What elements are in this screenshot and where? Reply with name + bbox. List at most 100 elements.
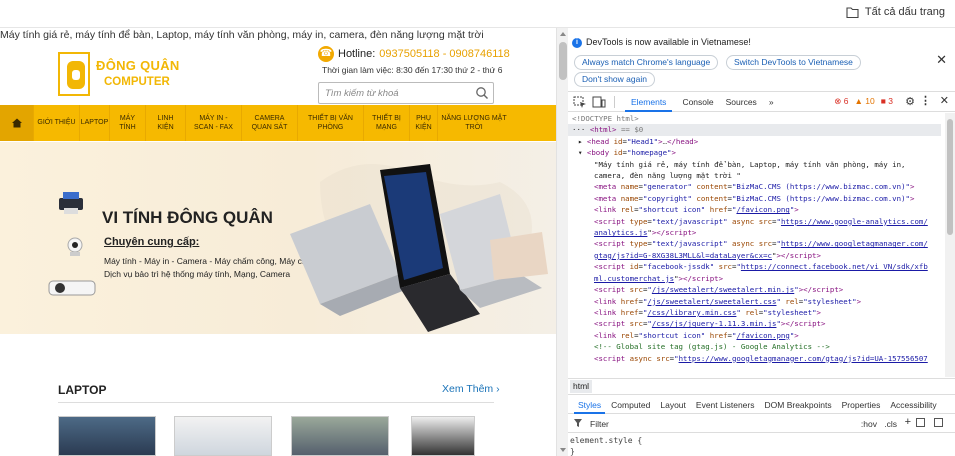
page-scrollbar[interactable] bbox=[556, 28, 568, 456]
logo-text-line1: ĐÔNG QUÂN bbox=[96, 58, 180, 73]
product-thumb[interactable] bbox=[58, 416, 156, 456]
dom-line[interactable]: <script src="/css/js/jquery-1.11.3.min.j… bbox=[568, 318, 941, 329]
hotline: ☎ Hotline: 0937505118 - 0908746118 bbox=[318, 46, 510, 62]
dom-line[interactable]: ▸ <head id="Head1">…</head> bbox=[568, 136, 941, 147]
dom-line[interactable]: <script async src="https://www.googletag… bbox=[568, 353, 941, 364]
match-language-button[interactable]: Always match Chrome's language bbox=[574, 55, 719, 70]
close-icon[interactable]: ✕ bbox=[936, 52, 947, 68]
toggle-sidebar-icon[interactable] bbox=[934, 418, 943, 427]
nav-item-camera[interactable]: CAMERA QUAN SÁT bbox=[242, 105, 298, 141]
see-more-link[interactable]: Xem Thêm › bbox=[442, 383, 500, 395]
more-options-icon[interactable]: ⋮ bbox=[920, 94, 931, 107]
dom-line[interactable]: gtag/js?id=G-8XG38L3MLL&l=dataLayer&cx=c… bbox=[568, 250, 941, 261]
nav-item-laptop[interactable]: LAPTOP bbox=[80, 105, 110, 141]
site-search-input[interactable]: Tìm kiếm từ khoá bbox=[318, 82, 494, 104]
toolbar-separator bbox=[614, 95, 615, 108]
dom-line[interactable]: <script src="/js/sweetalert/sweetalert.m… bbox=[568, 284, 941, 295]
section-divider bbox=[58, 402, 494, 403]
hero-banner[interactable]: VI TÍNH ĐÔNG QUÂN Chuyên cung cấp: Máy t… bbox=[0, 142, 556, 334]
site-logo[interactable]: ĐÔNG QUÂN COMPUTER bbox=[58, 50, 180, 100]
nav-item-thiet-bi-mang[interactable]: THIẾT BỊ MẠNG bbox=[364, 105, 410, 141]
product-thumb[interactable] bbox=[174, 416, 272, 456]
product-thumb[interactable] bbox=[411, 416, 475, 456]
nav-item-may-in[interactable]: MÁY IN - SCAN - FAX bbox=[186, 105, 242, 141]
dom-line[interactable]: camera, đèn năng lượng mặt trời " bbox=[568, 170, 941, 181]
tab-computed[interactable]: Computed bbox=[611, 400, 650, 410]
dom-line[interactable]: <script type="text/javascript" async src… bbox=[568, 238, 941, 249]
nav-item-gioi-thieu[interactable]: GIỚI THIỆU bbox=[34, 105, 80, 141]
tab-properties[interactable]: Properties bbox=[842, 400, 881, 410]
printer-device-icon bbox=[59, 192, 83, 214]
scrollbar-thumb[interactable] bbox=[559, 42, 567, 80]
tab-elements[interactable]: Elements bbox=[624, 97, 673, 112]
nav-item-thiet-bi-van-phong[interactable]: THIẾT BỊ VĂN PHÒNG bbox=[298, 105, 364, 141]
devtools-panel: i DevTools is now available in Vietnames… bbox=[568, 28, 955, 456]
search-placeholder: Tìm kiếm từ khoá bbox=[325, 88, 399, 99]
tab-sources[interactable]: Sources bbox=[726, 97, 757, 107]
search-icon[interactable] bbox=[475, 86, 489, 100]
dom-line[interactable]: "Máy tính giá rẻ, máy tính để bàn, Lapto… bbox=[568, 159, 941, 170]
dom-line[interactable]: ml.customerchat.js"></script> bbox=[568, 273, 941, 284]
banner-title: VI TÍNH ĐÔNG QUÂN bbox=[102, 208, 273, 227]
tab-layout[interactable]: Layout bbox=[660, 400, 686, 410]
close-devtools-icon[interactable]: ✕ bbox=[940, 94, 949, 107]
product-thumb[interactable] bbox=[291, 416, 389, 456]
nav-item-nang-luong[interactable]: NĂNG LƯỢNG MẶT TRỜI bbox=[438, 105, 510, 141]
dom-line[interactable]: <meta name="copyright" content="BizMaC.C… bbox=[568, 193, 941, 204]
inspect-element-icon[interactable] bbox=[573, 96, 587, 108]
website-viewport: Máy tính giá rẻ, máy tính để bàn, Laptop… bbox=[0, 28, 556, 456]
banner-services-line2: Dịch vụ bảo trì hệ thống máy tính, Mạng,… bbox=[104, 269, 291, 279]
styles-filter-input[interactable]: Filter bbox=[590, 419, 609, 429]
dom-line[interactable]: <link href="/js/sweetalert/sweetalert.cs… bbox=[568, 296, 941, 307]
switch-language-button[interactable]: Switch DevTools to Vietnamese bbox=[726, 55, 861, 70]
dom-tree[interactable]: <!DOCTYPE html> ··· <html> == $0 ▸ <head… bbox=[568, 113, 941, 377]
all-bookmarks-button[interactable]: Tất cả dấu trang bbox=[846, 6, 945, 18]
dom-tree-scrollbar-thumb[interactable] bbox=[947, 119, 953, 235]
dom-line[interactable]: ▾ <body id="homepage"> bbox=[568, 147, 941, 158]
tab-styles[interactable]: Styles bbox=[573, 400, 606, 414]
dom-line[interactable]: <script type="text/javascript" async src… bbox=[568, 216, 941, 227]
computed-styles-icon[interactable] bbox=[916, 418, 925, 427]
phone-icon: ☎ bbox=[318, 46, 334, 62]
dom-line[interactable]: <!DOCTYPE html> bbox=[568, 113, 941, 124]
tab-dom-breakpoints[interactable]: DOM Breakpoints bbox=[765, 400, 832, 410]
tab-accessibility[interactable]: Accessibility bbox=[890, 400, 936, 410]
dom-line[interactable]: <link rel="shortcut icon" href="/favicon… bbox=[568, 204, 941, 215]
element-style-rule[interactable]: element.style { bbox=[570, 436, 642, 445]
new-rule-icon[interactable]: + bbox=[905, 416, 911, 428]
issue-counters[interactable]: ⊗ 6 ▲ 10 ■ 3 bbox=[834, 96, 893, 107]
tab-console[interactable]: Console bbox=[682, 97, 713, 107]
banner-subtitle: Chuyên cung cấp: bbox=[104, 236, 200, 248]
dom-line[interactable]: <script id="facebook-jssdk" src="https:/… bbox=[568, 261, 941, 272]
tab-event-listeners[interactable]: Event Listeners bbox=[696, 400, 755, 410]
dom-tree-scrollbar[interactable] bbox=[945, 113, 955, 377]
nav-home[interactable] bbox=[0, 105, 34, 141]
dom-line[interactable]: analytics.js"></script> bbox=[568, 227, 941, 238]
hotline-numbers[interactable]: 0937505118 - 0908746118 bbox=[379, 48, 510, 60]
scroll-down-icon[interactable] bbox=[560, 448, 566, 452]
class-toggle[interactable]: .cls bbox=[884, 419, 897, 429]
scroll-up-icon[interactable] bbox=[560, 32, 566, 36]
hover-state-toggle[interactable]: :hov bbox=[861, 419, 877, 429]
breadcrumb: html bbox=[568, 378, 955, 395]
devtools-toolbar: Elements Console Sources » ⊗ 6 ▲ 10 ■ 3 … bbox=[568, 92, 955, 112]
dom-line[interactable]: <meta name="generator" content="BizMaC.C… bbox=[568, 181, 941, 192]
nav-item-linh-kien[interactable]: LINH KIỆN bbox=[146, 105, 186, 141]
dont-show-again-button[interactable]: Don't show again bbox=[574, 72, 655, 87]
more-tabs-button[interactable]: » bbox=[769, 97, 774, 107]
dom-line-selected[interactable]: ··· <html> == $0 bbox=[568, 124, 941, 136]
gear-icon[interactable]: ⚙ bbox=[905, 95, 915, 108]
filter-icon bbox=[574, 419, 582, 427]
nav-item-may-tinh[interactable]: MÁY TÍNH bbox=[110, 105, 146, 141]
nav-item-phu-kien[interactable]: PHỤ KIỆN bbox=[410, 105, 438, 141]
styles-filter-bar: Filter :hov .cls + bbox=[568, 415, 955, 433]
dom-line[interactable]: <!-- Global site tag (gtag.js) - Google … bbox=[568, 341, 941, 352]
chevron-right-icon: › bbox=[496, 383, 500, 395]
device-toolbar-icon[interactable] bbox=[592, 96, 606, 108]
breadcrumb-item-html[interactable]: html bbox=[570, 380, 593, 393]
error-count: ⊗ 6 bbox=[834, 96, 849, 106]
dom-line[interactable]: <link href="/css/library.min.css" rel="s… bbox=[568, 307, 941, 318]
language-notice: i DevTools is now available in Vietnames… bbox=[568, 28, 955, 92]
dom-line[interactable]: <link rel="shortcut icon" href="/favicon… bbox=[568, 330, 941, 341]
camera-device-icon bbox=[67, 237, 83, 256]
